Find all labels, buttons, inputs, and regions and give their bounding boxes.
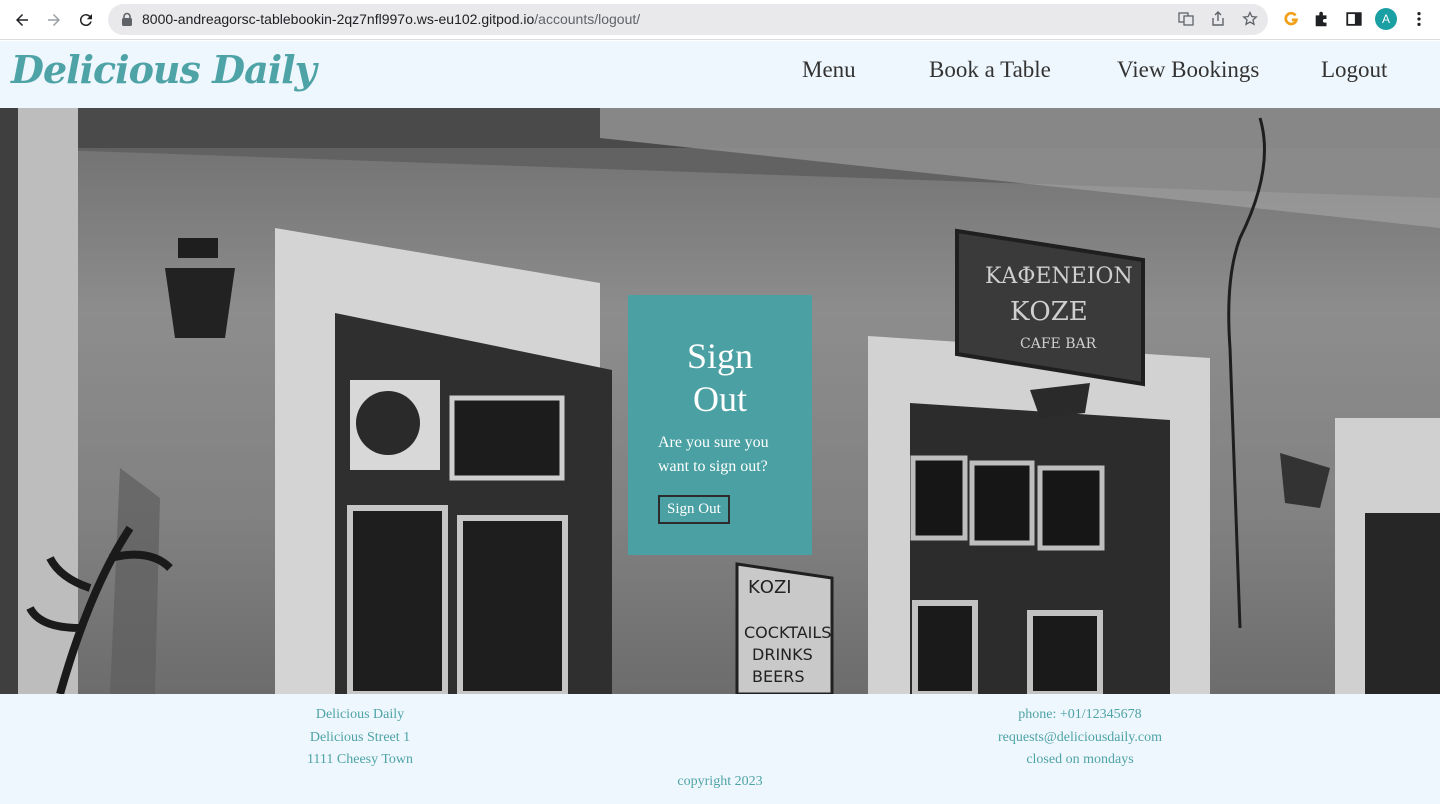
card-title: Sign Out bbox=[628, 335, 812, 421]
footer-phone: phone: +01/12345678 bbox=[1018, 707, 1142, 722]
footer-email[interactable]: requests@deliciousdaily.com bbox=[930, 727, 1230, 750]
forward-icon[interactable] bbox=[38, 4, 70, 36]
card-title-line1: Sign bbox=[686, 336, 754, 376]
svg-text:BEERS: BEERS bbox=[752, 667, 804, 686]
sign-out-button[interactable]: Sign Out bbox=[658, 495, 730, 524]
hero-section: ΚΑΦΕΝΕΙΟΝ ΚΟΖΕ CAFE BAR ΚΟΖΙ COCKTAILS D… bbox=[0, 108, 1440, 694]
nav-logout[interactable]: Logout bbox=[1321, 57, 1387, 83]
svg-text:COCKTAILS: COCKTAILS bbox=[744, 623, 831, 642]
address-bar[interactable]: 8000-andreagorsc-tablebookin-2qz7nfl997o… bbox=[108, 4, 1268, 35]
share-icon[interactable] bbox=[1209, 10, 1227, 28]
url-text: 8000-andreagorsc-tablebookin-2qz7nfl997o… bbox=[142, 11, 640, 27]
site-header: Delicious Daily Menu Book a Table View B… bbox=[0, 41, 1440, 108]
nav-menu[interactable]: Menu bbox=[802, 57, 856, 83]
signout-confirm-text: Are you sure you want to sign out? bbox=[658, 434, 769, 475]
profile-avatar[interactable]: A bbox=[1375, 8, 1397, 30]
card-title-line2: Out bbox=[693, 379, 747, 419]
footer-hours: closed on mondays bbox=[1026, 752, 1134, 767]
svg-text:CAFE BAR: CAFE BAR bbox=[1020, 336, 1097, 352]
svg-text:DRINKS: DRINKS bbox=[752, 645, 813, 664]
translate-icon[interactable] bbox=[1177, 10, 1195, 28]
svg-text:ΚΟΖΕ: ΚΟΖΕ bbox=[1010, 297, 1088, 327]
svg-text:ΚΟΖΙ: ΚΟΖΙ bbox=[748, 577, 792, 598]
footer-street: Delicious Street 1 bbox=[309, 729, 411, 745]
reload-icon[interactable] bbox=[70, 4, 102, 36]
grammarly-icon[interactable] bbox=[1281, 9, 1301, 29]
brand-logo[interactable]: Delicious Daily bbox=[11, 47, 317, 92]
nav-view-bookings[interactable]: View Bookings bbox=[1117, 57, 1259, 83]
sidebar-icon[interactable] bbox=[1344, 9, 1364, 29]
lock-icon bbox=[122, 12, 132, 26]
url-path: /accounts/logout/ bbox=[534, 11, 641, 27]
copyright: copyright 2023 bbox=[677, 774, 763, 789]
back-icon[interactable] bbox=[6, 4, 38, 36]
footer-contact: phone: +01/12345678 requests@deliciousda… bbox=[930, 704, 1230, 772]
site-footer: Delicious Daily Delicious Street 1 1111 … bbox=[0, 694, 1440, 804]
footer-town: 1111 Cheesy Town bbox=[306, 752, 414, 767]
footer-address: Delicious Daily Delicious Street 1 1111 … bbox=[210, 704, 510, 772]
svg-text:ΚΑΦΕΝΕΙΟΝ: ΚΑΦΕΝΕΙΟΝ bbox=[985, 264, 1133, 289]
nav-book-table[interactable]: Book a Table bbox=[929, 57, 1051, 83]
browser-toolbar: 8000-andreagorsc-tablebookin-2qz7nfl997o… bbox=[0, 0, 1440, 40]
url-host: 8000-andreagorsc-tablebookin-2qz7nfl997o… bbox=[142, 11, 535, 27]
extensions-puzzle-icon[interactable] bbox=[1312, 9, 1332, 29]
bookmark-star-icon[interactable] bbox=[1241, 10, 1259, 28]
kebab-menu-icon[interactable] bbox=[1409, 9, 1429, 29]
signout-card: Sign Out Are you sure you want to sign o… bbox=[628, 295, 812, 555]
footer-name: Delicious Daily bbox=[315, 707, 405, 722]
